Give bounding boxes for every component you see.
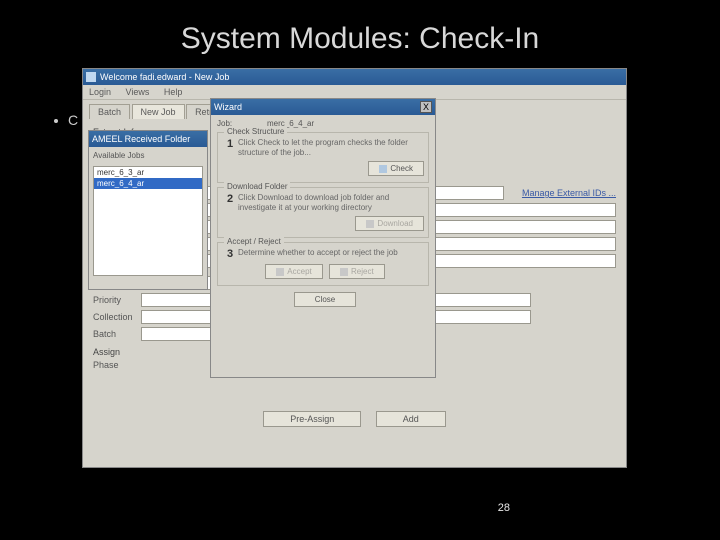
close-icon[interactable]: X [420, 101, 432, 113]
wizard-step-3: Accept / Reject 3 Determine whether to a… [217, 242, 429, 286]
page-number: 28 [498, 502, 510, 514]
menu-views[interactable]: Views [126, 87, 150, 97]
list-item[interactable]: merc_6_3_ar [94, 167, 202, 178]
bullet-text: C [68, 112, 78, 128]
wizard-group-download-folder: Download Folder [224, 182, 290, 191]
wizard-close-button[interactable]: Close [294, 292, 356, 307]
step-text: Click Download to download job folder an… [238, 193, 424, 212]
received-title: AMEEL Received Folder [92, 134, 190, 144]
app-icon [86, 72, 96, 82]
step-text: Determine whether to accept or reject th… [238, 248, 424, 260]
list-item[interactable]: merc_6_4_ar [94, 178, 202, 189]
slide-title: System Modules: Check-In [0, 0, 720, 56]
app-titlebar[interactable]: Welcome fadi.edward - New Job [83, 69, 626, 85]
tab-batch[interactable]: Batch [89, 104, 130, 119]
label-priority: Priority [93, 295, 141, 305]
download-button[interactable]: Download [355, 216, 424, 231]
wizard-group-check-structure: Check Structure [224, 127, 287, 136]
check-button[interactable]: Check [368, 161, 424, 176]
step-number: 3 [222, 248, 238, 260]
app-title: Welcome fadi.edward - New Job [100, 72, 229, 82]
wizard-dialog: Wizard X Job: merc_6_4_ar Check Structur… [210, 98, 436, 378]
slide-bullet: C [54, 112, 78, 128]
wizard-step-2: Download Folder 2 Click Download to down… [217, 187, 429, 238]
wizard-title: Wizard [214, 102, 242, 112]
reject-button[interactable]: Reject [329, 264, 385, 279]
wizard-group-accept-reject: Accept / Reject [224, 237, 284, 246]
step-text: Click Check to let the program checks th… [238, 138, 424, 157]
label-phase: Phase [93, 360, 141, 370]
received-body: Available Jobs merc_6_3_ar merc_6_4_ar [89, 147, 207, 280]
wizard-titlebar[interactable]: Wizard X [211, 99, 435, 115]
wizard-step-1: Check Structure 1 Click Check to let the… [217, 132, 429, 183]
step-number: 1 [222, 138, 238, 157]
received-subtitle: Available Jobs [93, 151, 203, 160]
accept-button[interactable]: Accept [265, 264, 322, 279]
manage-external-ids-link[interactable]: Manage External IDs ... [522, 188, 616, 198]
job-list[interactable]: merc_6_3_ar merc_6_4_ar [93, 166, 203, 276]
tab-new-job[interactable]: New Job [132, 104, 185, 119]
menu-login[interactable]: Login [89, 87, 111, 97]
wizard-body: Job: merc_6_4_ar Check Structure 1 Click… [211, 115, 435, 311]
bottom-button-row: Pre-Assign Add [83, 411, 626, 427]
label-batch: Batch [93, 329, 141, 339]
menu-help[interactable]: Help [164, 87, 183, 97]
add-button[interactable]: Add [376, 411, 446, 427]
received-folder-window: AMEEL Received Folder Available Jobs mer… [88, 130, 208, 290]
preassign-button[interactable]: Pre-Assign [263, 411, 361, 427]
step-number: 2 [222, 193, 238, 212]
received-titlebar[interactable]: AMEEL Received Folder [89, 131, 207, 147]
label-collection: Collection [93, 312, 141, 322]
